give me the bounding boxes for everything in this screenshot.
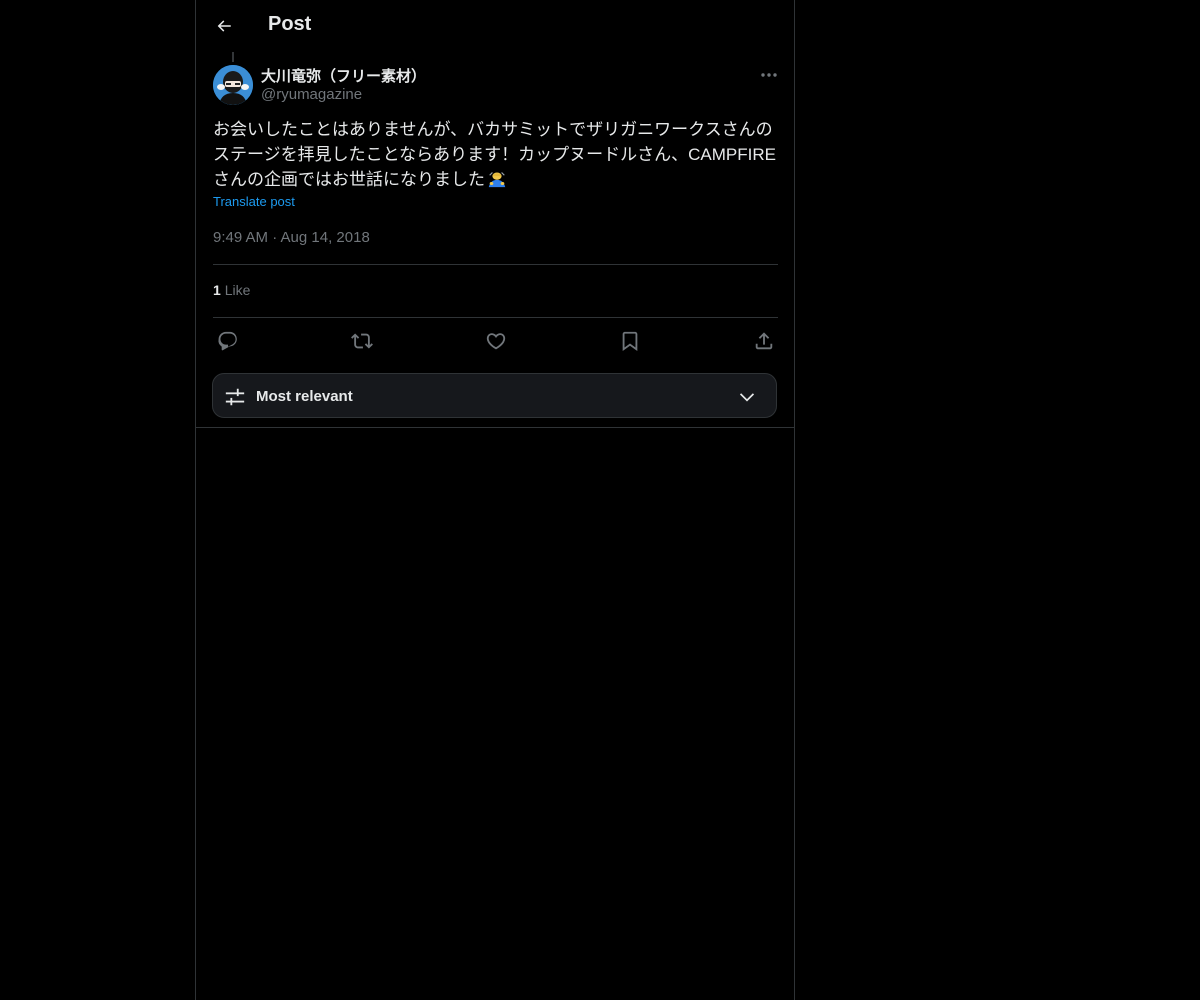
likes-count[interactable]: 1 Like <box>213 282 250 298</box>
sort-label: Most relevant <box>256 388 353 405</box>
translate-post-link[interactable]: Translate post <box>213 194 295 209</box>
chevron-down-icon <box>739 393 755 402</box>
likes-label: Like <box>224 282 251 298</box>
share-button[interactable] <box>752 329 776 353</box>
author-name[interactable]: 大川竜弥（フリー素材） <box>261 65 426 86</box>
sliders-icon <box>225 388 245 406</box>
bowing-person-emoji <box>488 172 506 188</box>
arrow-left-icon <box>217 20 231 32</box>
avatar-image <box>213 65 253 105</box>
sort-replies-dropdown[interactable]: Most relevant <box>212 373 777 418</box>
section-divider <box>196 427 794 428</box>
bookmark-icon <box>622 331 638 352</box>
divider <box>213 264 778 265</box>
post-timestamp[interactable]: 9:49 AM · Aug 14, 2018 <box>213 229 370 246</box>
reply-button[interactable] <box>216 329 240 353</box>
share-icon <box>755 332 773 350</box>
heart-icon <box>486 333 506 350</box>
page-title: Post <box>268 13 312 35</box>
thread-line <box>232 52 234 62</box>
like-button[interactable] <box>484 329 508 353</box>
post-text: お会いしたことはありませんが、バカサミットでザリガニワークスさんのステージを拝見… <box>213 118 778 193</box>
more-icon <box>761 73 777 77</box>
avatar[interactable] <box>213 65 253 105</box>
divider <box>213 317 778 318</box>
page-header: Post <box>196 0 794 53</box>
repost-icon <box>351 333 373 349</box>
likes-number: 1 <box>213 282 221 298</box>
bookmark-button[interactable] <box>618 329 642 353</box>
author-handle[interactable]: @ryumagazine <box>261 86 362 103</box>
repost-button[interactable] <box>350 329 374 353</box>
reply-icon <box>218 331 237 351</box>
back-button[interactable] <box>207 9 241 43</box>
main-column: Post 大川竜弥（フリー素材） @ryumagazine お会いしたことはあり… <box>195 0 795 1000</box>
more-options-button[interactable] <box>755 64 783 86</box>
